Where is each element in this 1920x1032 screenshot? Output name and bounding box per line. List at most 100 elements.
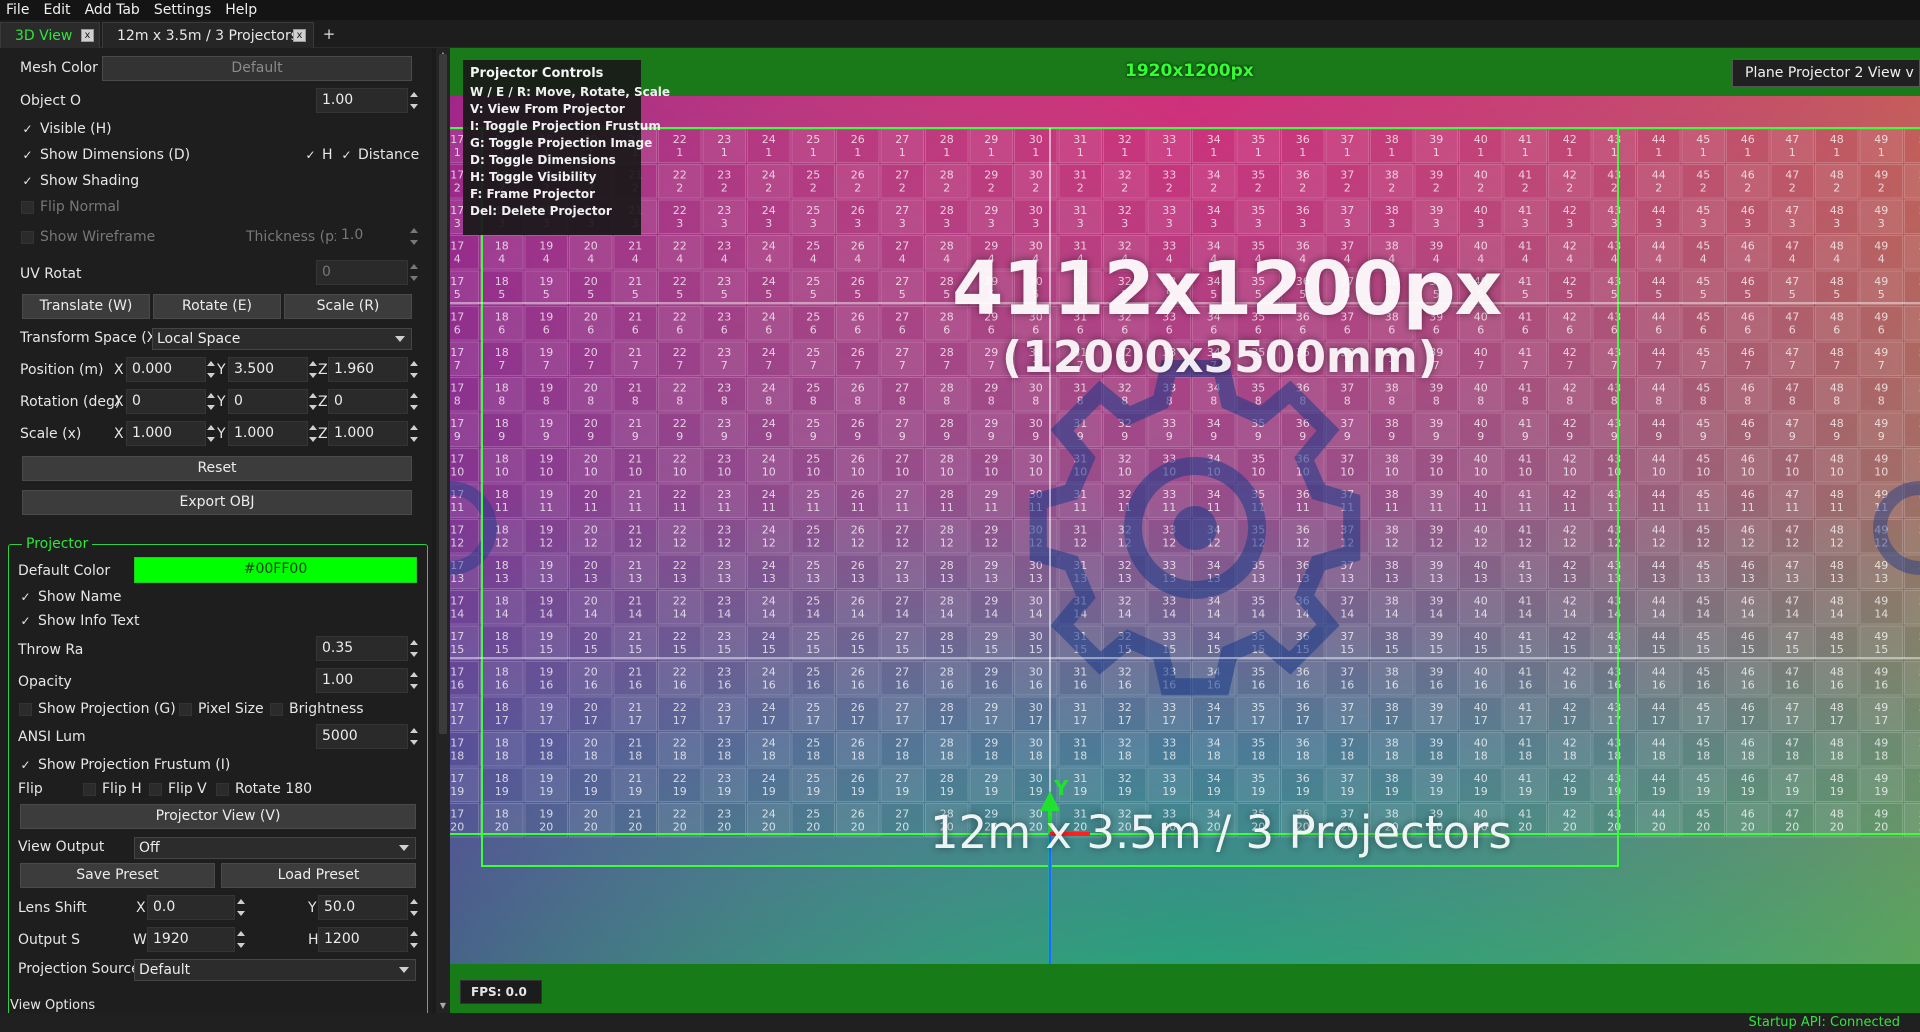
- tab-project[interactable]: 12m x 3.5m / 3 Projectors x: [102, 22, 314, 48]
- lens-shift-y-field[interactable]: 50.0: [318, 895, 408, 920]
- flip-v-checkbox[interactable]: [149, 783, 162, 796]
- grid-column-number: 19: [539, 559, 553, 572]
- uv-rotate-field[interactable]: 0: [316, 260, 408, 285]
- scale-y-spinner[interactable]: [309, 421, 317, 446]
- dimensions-h-checkbox[interactable]: ✓: [304, 149, 317, 162]
- menu-add-tab[interactable]: Add Tab: [85, 2, 140, 18]
- output-height-field[interactable]: 1200: [318, 927, 408, 952]
- throw-ratio-spinner[interactable]: [410, 636, 418, 661]
- output-width-field[interactable]: 1920: [147, 927, 235, 952]
- scale-z-field[interactable]: 1.000: [328, 421, 408, 446]
- position-x-spinner[interactable]: [207, 357, 215, 382]
- load-preset-button[interactable]: Load Preset: [221, 863, 416, 888]
- scale-x-spinner[interactable]: [207, 421, 215, 446]
- lens-shift-y-spinner[interactable]: [410, 895, 418, 920]
- grid-row-number: 10: [1652, 466, 1666, 479]
- grid-column-number: 38: [1385, 524, 1399, 537]
- grid-row-number: 1: [1744, 146, 1751, 159]
- view-select-dropdown[interactable]: Plane Projector 2 View v: [1732, 59, 1920, 87]
- flip-h-checkbox[interactable]: [83, 783, 96, 796]
- scale-z-spinner[interactable]: [410, 421, 418, 446]
- show-info-checkbox[interactable]: ✓: [19, 615, 32, 628]
- transform-space-dropdown[interactable]: Local Space: [152, 328, 412, 350]
- show-dimensions-checkbox[interactable]: ✓: [21, 149, 34, 162]
- visible-checkbox[interactable]: ✓: [21, 123, 34, 136]
- rotate-button[interactable]: Rotate (E): [153, 294, 281, 319]
- projection-screen[interactable]: 1711811912012112212312412512612712812913…: [450, 96, 1920, 964]
- scale-button[interactable]: Scale (R): [284, 294, 412, 319]
- scroll-down-icon[interactable]: ▼: [438, 1001, 448, 1011]
- show-projection-checkbox[interactable]: [19, 703, 32, 716]
- scale-x-field[interactable]: 1.000: [126, 421, 206, 446]
- reset-button[interactable]: Reset: [22, 456, 412, 481]
- uv-rotate-spinner[interactable]: [410, 260, 418, 285]
- grid-row-number: 4: [854, 253, 861, 266]
- output-height-spinner[interactable]: [410, 927, 418, 952]
- lens-shift-x-spinner[interactable]: [237, 895, 245, 920]
- rotation-z-spinner[interactable]: [410, 389, 418, 414]
- show-shading-checkbox[interactable]: ✓: [21, 175, 34, 188]
- grid-row-number: 13: [940, 572, 954, 585]
- grid-column-number: 34: [1207, 417, 1221, 430]
- grid-row-number: 12: [1162, 537, 1176, 550]
- menu-help[interactable]: Help: [225, 2, 257, 18]
- grid-row-number: 15: [1474, 643, 1488, 656]
- grid-row-number: 1: [1166, 146, 1173, 159]
- view-output-dropdown[interactable]: Off: [134, 837, 416, 859]
- object-opacity-field[interactable]: 1.00: [316, 88, 408, 113]
- opacity-field[interactable]: 1.00: [316, 668, 408, 693]
- pixel-size-checkbox[interactable]: [179, 703, 192, 716]
- save-preset-button[interactable]: Save Preset: [20, 863, 215, 888]
- translate-button[interactable]: Translate (W): [22, 294, 150, 319]
- output-width-spinner[interactable]: [237, 927, 245, 952]
- show-name-checkbox[interactable]: ✓: [19, 591, 32, 604]
- tab-close-icon[interactable]: x: [81, 29, 94, 42]
- brightness-checkbox[interactable]: [270, 703, 283, 716]
- rotation-x-field[interactable]: 0: [126, 389, 206, 414]
- menu-edit[interactable]: Edit: [43, 2, 70, 18]
- flip-normal-checkbox[interactable]: [21, 201, 34, 214]
- rotation-y-spinner[interactable]: [309, 389, 317, 414]
- 3d-viewport[interactable]: 1711811912012112212312412512612712812913…: [450, 48, 1920, 1013]
- object-opacity-spinner[interactable]: [410, 88, 418, 113]
- position-y-field[interactable]: 3.500: [228, 357, 308, 382]
- position-y-spinner[interactable]: [309, 357, 317, 382]
- menu-file[interactable]: File: [6, 2, 29, 18]
- grid-row-number: 19: [1296, 785, 1310, 798]
- projector-view-button[interactable]: Projector View (V): [20, 804, 416, 829]
- thickness-field[interactable]: 1.0: [336, 224, 408, 249]
- ansi-lumens-spinner[interactable]: [410, 724, 418, 749]
- opacity-spinner[interactable]: [410, 668, 418, 693]
- position-x-field[interactable]: 0.000: [126, 357, 206, 382]
- rotation-x-spinner[interactable]: [207, 389, 215, 414]
- panel-scrollbar[interactable]: ▲ ▼: [436, 48, 450, 1013]
- mesh-color-button[interactable]: Default: [102, 56, 412, 81]
- export-obj-button[interactable]: Export OBJ: [22, 490, 412, 515]
- projection-source-dropdown[interactable]: Default: [134, 959, 416, 981]
- rotation-y-field[interactable]: 0: [228, 389, 308, 414]
- position-z-field[interactable]: 1.960: [328, 357, 408, 382]
- grid-row-number: 11: [673, 501, 687, 514]
- grid-row-number: 2: [1121, 182, 1128, 195]
- grid-row-number: 18: [1874, 750, 1888, 763]
- ansi-lumens-field[interactable]: 5000: [316, 724, 408, 749]
- menu-settings[interactable]: Settings: [154, 2, 211, 18]
- rotation-z-field[interactable]: 0: [328, 389, 408, 414]
- add-tab-button[interactable]: +: [318, 22, 340, 48]
- tab-close-icon[interactable]: x: [293, 29, 306, 42]
- grid-row-number: 14: [1518, 608, 1532, 621]
- view-options-header[interactable]: View Options: [10, 998, 95, 1013]
- rotate-180-checkbox[interactable]: [216, 783, 229, 796]
- position-z-spinner[interactable]: [410, 357, 418, 382]
- lens-shift-x-field[interactable]: 0.0: [147, 895, 235, 920]
- thickness-spinner[interactable]: [410, 224, 418, 249]
- scale-y-field[interactable]: 1.000: [228, 421, 308, 446]
- dimensions-distance-checkbox[interactable]: ✓: [340, 149, 353, 162]
- show-frustum-checkbox[interactable]: ✓: [19, 759, 32, 772]
- throw-ratio-field[interactable]: 0.35: [316, 636, 408, 661]
- default-color-swatch[interactable]: #00FF00: [134, 557, 417, 583]
- tab-3d-view[interactable]: 3D View x: [0, 22, 100, 48]
- scrollbar-thumb[interactable]: [439, 54, 447, 734]
- show-wireframe-checkbox[interactable]: [21, 231, 34, 244]
- grid-row-number: 14: [1207, 608, 1221, 621]
